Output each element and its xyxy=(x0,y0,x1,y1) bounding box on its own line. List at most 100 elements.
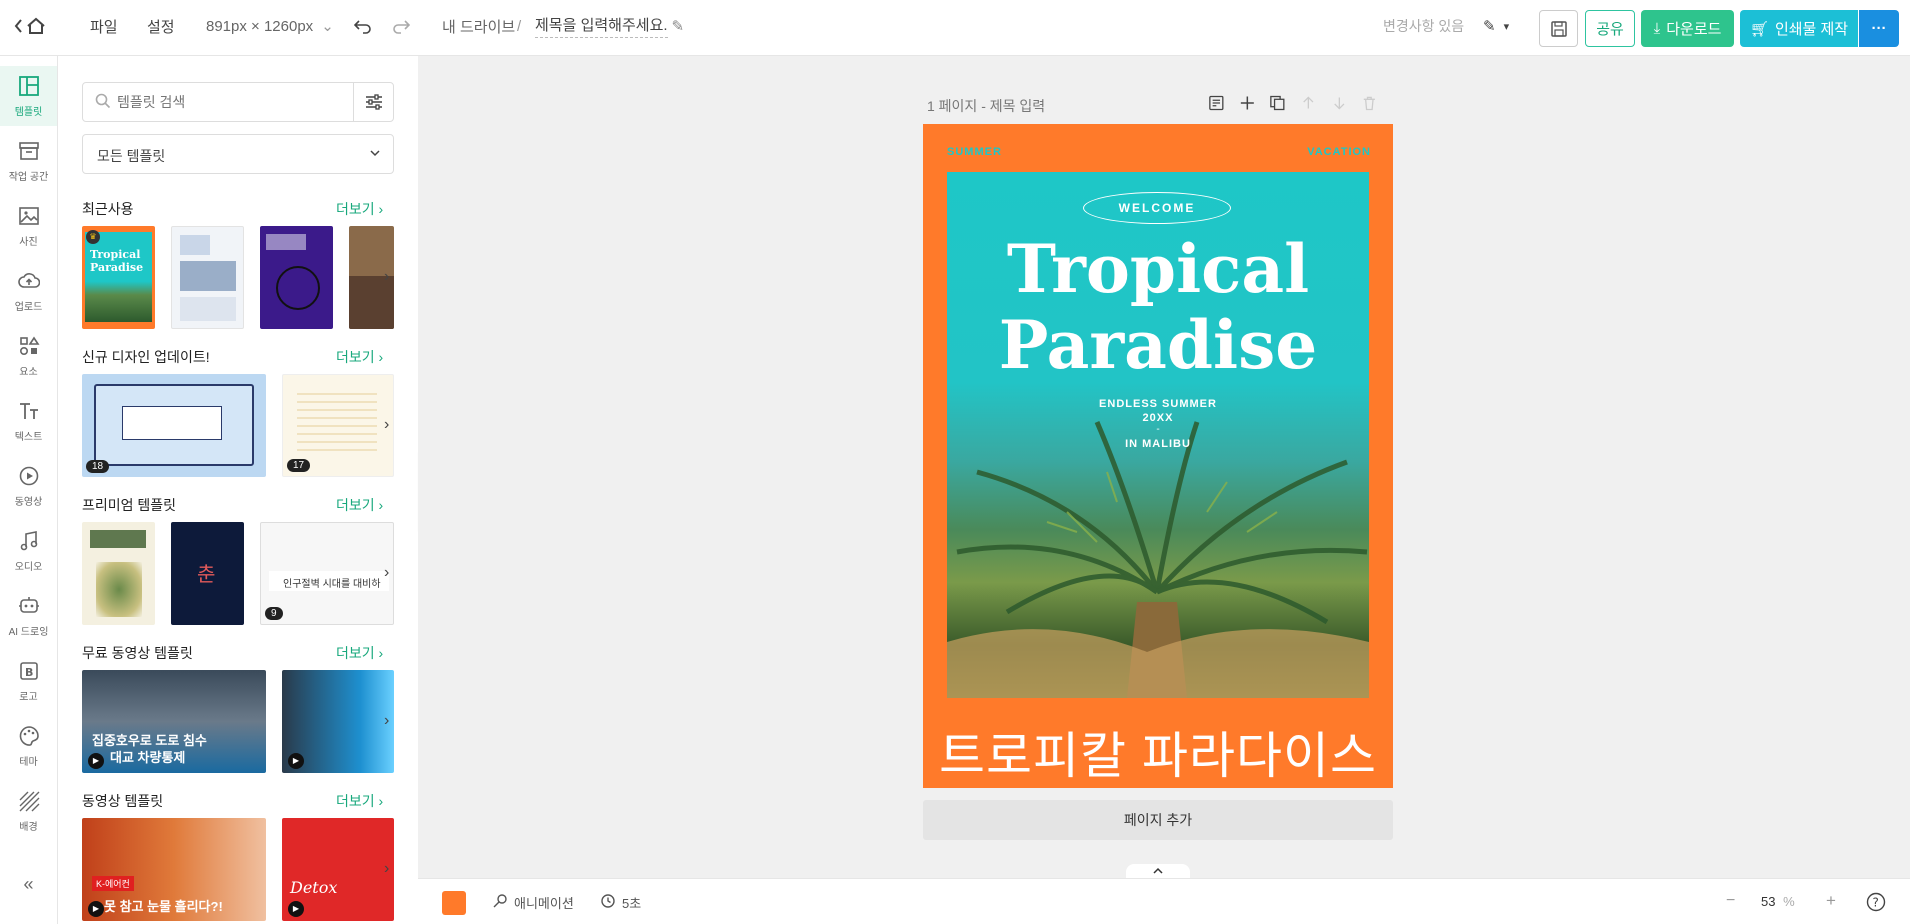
template-thumb-tropical[interactable]: Tropical Paradise ♛ xyxy=(82,226,155,329)
duration-button[interactable]: 5초 xyxy=(600,893,641,912)
print-button[interactable]: 🛒︎ 인쇄물 제작 xyxy=(1740,10,1858,47)
nav-item-background[interactable]: 배경 xyxy=(0,781,57,841)
page-count-badge: 17 xyxy=(287,459,311,472)
duplicate-icon[interactable] xyxy=(1269,94,1286,112)
template-thumb-flood-news[interactable]: 집중호우로 도로 침수 대교 차량통제 ▶ xyxy=(82,670,266,773)
welcome-badge[interactable]: WELCOME xyxy=(1083,192,1231,224)
more-link-video[interactable]: 더보기 › xyxy=(336,791,383,811)
template-thumb-video2[interactable]: ▶ xyxy=(282,670,394,773)
search-input[interactable] xyxy=(117,91,327,113)
filter-icon[interactable] xyxy=(365,94,383,113)
poster-photo[interactable]: WELCOME Tropical Paradise ENDLESS SUMMER… xyxy=(947,172,1369,698)
template-thumb-spring[interactable]: 춘 xyxy=(171,522,244,625)
thumb-image xyxy=(297,387,377,457)
nav-item-theme[interactable]: 테마 xyxy=(0,716,57,776)
zoom-value[interactable]: 53 % xyxy=(1761,894,1795,909)
nav-label: 오디오 xyxy=(14,561,43,573)
more-link-premium[interactable]: 더보기 › xyxy=(336,495,383,515)
poster-subtitle-1[interactable]: ENDLESS SUMMER xyxy=(947,398,1369,410)
more-link-new[interactable]: 더보기 › xyxy=(336,347,383,367)
breadcrumb-root[interactable]: 내 드라이브 xyxy=(442,0,515,52)
template-thumb-briefing[interactable] xyxy=(171,226,244,329)
poster-subtitle-4[interactable]: IN MALIBU xyxy=(947,438,1369,450)
upload-icon xyxy=(17,272,40,288)
share-button[interactable]: 공유 xyxy=(1585,10,1635,47)
add-page-button[interactable]: 페이지 추가 xyxy=(923,800,1393,840)
poster-page[interactable]: SUMMER VACATION WELCOME Tropical Paradis… xyxy=(923,124,1393,788)
section-title-premium: 프리미엄 템플릿 xyxy=(82,497,177,513)
nav-item-audio[interactable]: 오디오 xyxy=(0,521,57,581)
save-button[interactable] xyxy=(1539,10,1578,47)
thumb-image xyxy=(276,266,320,310)
move-up-icon[interactable] xyxy=(1300,94,1317,112)
scroll-right-icon[interactable]: › xyxy=(384,565,398,581)
nav-item-video[interactable]: 동영상 xyxy=(0,456,57,516)
nav-item-template[interactable]: 템플릿 xyxy=(0,66,57,126)
delete-icon[interactable] xyxy=(1361,94,1378,112)
video-icon xyxy=(19,466,38,485)
template-thumb-ecotour[interactable] xyxy=(82,522,155,625)
poster-top-left-text[interactable]: SUMMER xyxy=(947,146,1002,158)
nav-item-logo[interactable]: B 로고 xyxy=(0,651,57,711)
help-icon: ? xyxy=(1866,892,1886,912)
undo-button[interactable] xyxy=(354,0,372,52)
zoom-out-button[interactable]: − xyxy=(1726,892,1735,910)
more-link-free-video[interactable]: 더보기 › xyxy=(336,643,383,663)
nav-item-photo[interactable]: 사진 xyxy=(0,196,57,256)
nav-item-text[interactable]: 텍스트 xyxy=(0,391,57,451)
zoom-in-button[interactable]: + xyxy=(1826,891,1836,911)
background-color-swatch[interactable] xyxy=(442,891,466,915)
thumb-subtitle: 못 참고 눈물 흘리다?! xyxy=(104,899,223,914)
document-title[interactable]: 제목을 입력해주세요. ✎ xyxy=(535,0,684,52)
home-button[interactable] xyxy=(14,0,48,52)
undo-icon xyxy=(354,20,371,34)
settings-menu[interactable]: 설정 xyxy=(147,0,175,52)
thumb-title: Detox xyxy=(290,878,338,897)
history-icon xyxy=(600,893,616,912)
scroll-right-icon[interactable]: › xyxy=(384,417,398,433)
nav-item-elements[interactable]: 요소 xyxy=(0,326,57,386)
template-thumb-infographic[interactable]: 18 xyxy=(82,374,266,477)
help-button[interactable]: ? xyxy=(1866,892,1886,915)
move-down-icon[interactable] xyxy=(1331,94,1348,112)
template-thumb-population[interactable]: 인구절벽 시대를 대비하 9 xyxy=(260,522,394,625)
nav-item-upload[interactable]: 업로드 xyxy=(0,261,57,321)
redo-button[interactable] xyxy=(392,0,410,52)
animation-button[interactable]: 애니메이션 xyxy=(492,893,574,912)
download-button[interactable]: ⤓ 다운로드 xyxy=(1641,10,1734,47)
poster-subtitle-3[interactable]: - xyxy=(947,424,1369,435)
scroll-right-icon[interactable]: › xyxy=(384,269,398,285)
template-thumb-music-festival[interactable] xyxy=(260,226,333,329)
pen-tool-dropdown[interactable]: ✎ ▾ xyxy=(1483,0,1509,52)
poster-subtitle-2[interactable]: 20XX xyxy=(947,412,1369,424)
template-thumb-report[interactable]: 17 xyxy=(282,374,394,477)
animation-label: 애니메이션 xyxy=(514,896,574,911)
scroll-right-icon[interactable]: › xyxy=(384,861,398,877)
poster-top-right-text[interactable]: VACATION xyxy=(1307,146,1371,158)
add-page-icon[interactable] xyxy=(1239,94,1256,112)
expand-timeline-button[interactable] xyxy=(1126,864,1190,878)
page-label[interactable]: 1 페이지 - 제목 입력 xyxy=(927,96,1045,116)
poster-title-line2[interactable]: Paradise xyxy=(947,312,1369,378)
collapse-sidebar-button[interactable]: « xyxy=(0,864,57,904)
template-category-select[interactable]: 모든 템플릿 xyxy=(82,134,394,174)
poster-korean-title[interactable]: 트로피칼 파라다이스 xyxy=(923,716,1393,788)
template-thumb-detox[interactable]: Detox ▶ xyxy=(282,818,394,921)
more-options-button[interactable]: ··· xyxy=(1859,10,1899,47)
play-icon: ▶ xyxy=(88,901,104,917)
canvas-size-dropdown[interactable]: 891px × 1260px ⌄ xyxy=(206,0,334,52)
file-menu[interactable]: 파일 xyxy=(90,0,118,52)
scroll-right-icon[interactable]: › xyxy=(384,713,398,729)
chevron-up-icon xyxy=(1153,867,1163,874)
nav-item-workspace[interactable]: 작업 공간 xyxy=(0,131,57,191)
nav-label: 요소 xyxy=(19,366,38,378)
poster-title-line1[interactable]: Tropical xyxy=(947,236,1369,302)
save-icon xyxy=(1550,20,1567,37)
nav-item-ai-drawing[interactable]: AI 드로잉 xyxy=(0,586,57,646)
more-link-recent[interactable]: 더보기 › xyxy=(336,199,383,219)
template-thumb-kfood[interactable]: K-에어컨 못 참고 눈물 흘리다?! ▶ xyxy=(82,818,266,921)
chevron-down-icon xyxy=(369,143,381,166)
canvas-size-label: 891px × 1260px xyxy=(206,17,314,35)
svg-text:?: ? xyxy=(1873,896,1879,910)
memo-icon[interactable] xyxy=(1208,94,1225,112)
